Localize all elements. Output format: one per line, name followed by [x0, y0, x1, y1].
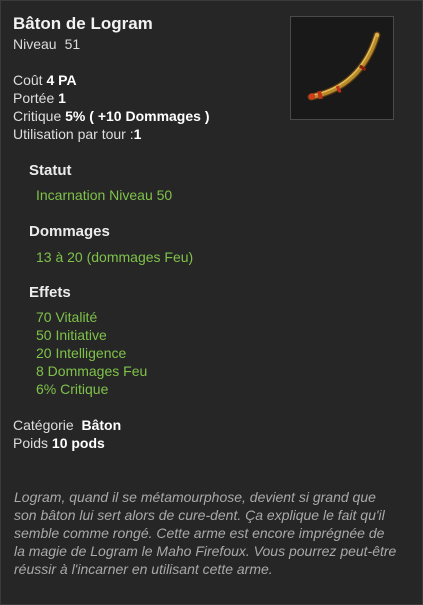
weight-row: Poids 10 pods: [13, 434, 121, 452]
dommages-block: 13 à 20 (dommages Feu): [36, 248, 193, 266]
effect-item: 70 Vitalité: [36, 309, 98, 325]
effect-item: 8 Dommages Feu: [36, 363, 148, 379]
item-tooltip-panel: Bâton de Logram Niveau 51 Coût 4 PA Porté…: [0, 0, 423, 605]
crit-label: Critique: [13, 108, 62, 124]
item-name: Bâton de Logram: [13, 14, 153, 33]
crit-row: Critique 5% ( +10 Dommages ): [13, 107, 209, 125]
weight-label: Poids: [13, 435, 49, 451]
statut-text: Incarnation Niveau 50: [36, 187, 173, 203]
range-value: 1: [58, 90, 66, 106]
category-value: Bâton: [81, 417, 122, 433]
cost-row: Coût 4 PA: [13, 71, 209, 89]
effect-item: 20 Intelligence: [36, 345, 127, 361]
item-description: Logram, quand il se métamourphose, devie…: [14, 489, 397, 577]
category-label: Catégorie: [13, 417, 74, 433]
weight-value: 10 pods: [51, 435, 105, 451]
range-label: Portée: [13, 90, 55, 106]
effets-list: 70 Vitalité 50 Initiative 20 Intelligenc…: [36, 308, 147, 398]
category-row: Catégorie Bâton: [13, 416, 121, 434]
uses-label: Utilisation par tour :: [13, 126, 134, 142]
uses-row: Utilisation par tour :1: [13, 125, 209, 143]
cost-label: Coût: [13, 72, 43, 88]
item-level: Niveau 51: [13, 36, 80, 52]
statut-block: Incarnation Niveau 50: [36, 186, 172, 204]
cost-value: 4 PA: [46, 72, 77, 88]
effets-title: Effets: [29, 284, 71, 301]
item-image: [290, 16, 394, 120]
effect-item: 6% Critique: [36, 381, 109, 397]
statut-title: Statut: [29, 162, 72, 179]
crit-value: 5% ( +10 Dommages ): [65, 108, 210, 124]
range-row: Portée 1: [13, 89, 209, 107]
dommages-title: Dommages: [29, 223, 110, 240]
effect-item: 50 Initiative: [36, 327, 107, 343]
bent-staff-icon: [307, 31, 381, 101]
level-label: Niveau: [13, 36, 57, 52]
dommages-text: 13 à 20 (dommages Feu): [36, 249, 194, 265]
item-meta: Catégorie Bâton Poids 10 pods: [13, 416, 121, 452]
level-value: 51: [64, 36, 81, 52]
item-stats: Coût 4 PA Portée 1 Critique 5% ( +10 Dom…: [13, 71, 209, 143]
uses-value: 1: [133, 126, 142, 142]
